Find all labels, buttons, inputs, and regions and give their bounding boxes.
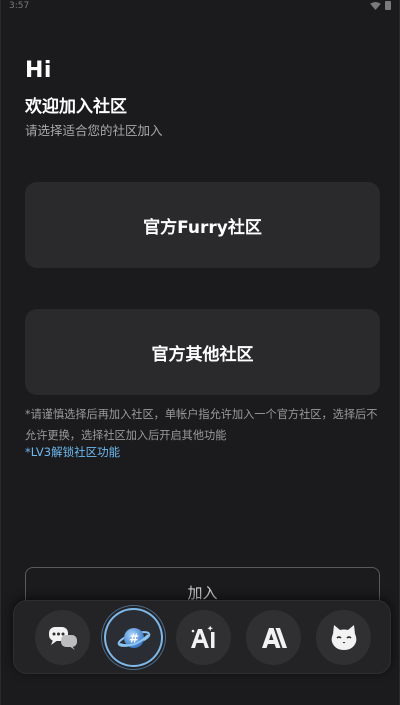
option-label: 官方Furry社区: [143, 217, 262, 238]
greeting: Hi: [25, 58, 52, 83]
chat-bubbles-icon[interactable]: [35, 610, 90, 665]
app-dock: #: [13, 600, 391, 674]
page-subtitle: 请选择适合您的社区加入: [25, 123, 163, 138]
status-icons: [370, 1, 391, 10]
notice-text: *请谨慎选择后再加入社区，单帐户指允许加入一个官方社区，选择后不允许更换，选择社…: [25, 408, 378, 442]
option-label: 官方其他社区: [151, 344, 254, 365]
anthropic-logo-icon[interactable]: [246, 610, 301, 665]
status-bar: 3:57: [1, 0, 400, 14]
wifi-icon: [370, 1, 381, 10]
planet-hash-icon[interactable]: #: [106, 610, 161, 665]
furry-community-option[interactable]: 官方Furry社区: [25, 182, 380, 268]
page-title: 欢迎加入社区: [25, 97, 127, 117]
cat-face-icon[interactable]: [316, 610, 371, 665]
battery-icon: [385, 1, 391, 10]
ai-sparkle-icon[interactable]: [176, 610, 231, 665]
screen: 3:57 Hi 欢迎加入社区 请选择适合您的社区加入 官方Furry社区 官方其…: [0, 0, 400, 705]
lv3-unlock-link[interactable]: *LV3解锁社区功能: [25, 444, 120, 460]
status-time: 3:57: [9, 1, 30, 11]
other-community-option[interactable]: 官方其他社区: [25, 309, 380, 395]
